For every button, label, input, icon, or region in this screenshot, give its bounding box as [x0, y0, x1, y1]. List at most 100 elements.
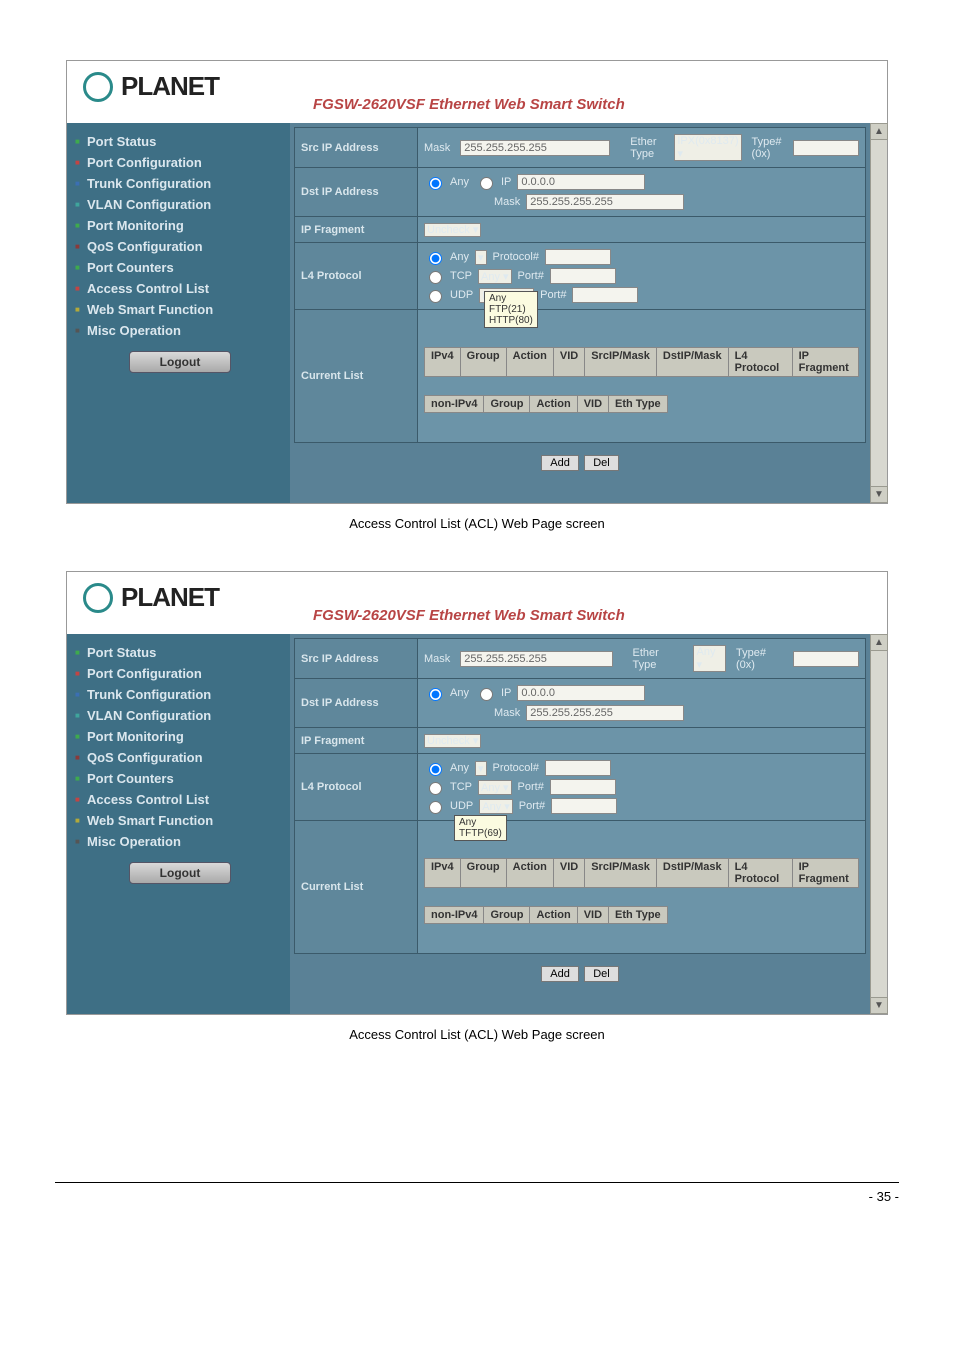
del-button[interactable]: Del: [584, 455, 619, 471]
sidebar-item-port-status[interactable]: Port Status: [75, 642, 285, 663]
dst-any-radio[interactable]: [429, 177, 442, 190]
l4-protocol-select[interactable]: ▾: [475, 761, 487, 776]
sidebar-item-misc[interactable]: Misc Operation: [75, 320, 285, 341]
sidebar-item-acl[interactable]: Access Control List: [75, 789, 285, 810]
l4-tcp-port-input[interactable]: [550, 779, 616, 795]
sidebar-item-vlan-config[interactable]: VLAN Configuration: [75, 705, 285, 726]
scroll-up-icon[interactable]: ▲: [870, 123, 888, 140]
sidebar-item-port-config[interactable]: Port Configuration: [75, 152, 285, 173]
dst-mask-label: Mask: [494, 707, 520, 719]
l4-protocol-input[interactable]: [545, 760, 611, 776]
ether-type-select[interactable]: Any ▾: [693, 645, 725, 672]
row-label-dst-ip: Dst IP Address: [295, 679, 418, 728]
l4-any-radio[interactable]: [429, 252, 442, 265]
sidebar-item-port-monitor[interactable]: Port Monitoring: [75, 726, 285, 747]
l4-udp-label: UDP: [450, 289, 473, 301]
l4-udp-port-input[interactable]: [572, 287, 638, 303]
l4-protocol-input[interactable]: [545, 249, 611, 265]
dst-any-label: Any: [450, 176, 469, 188]
l4-udp-radio[interactable]: [429, 801, 442, 814]
sidebar-item-vlan-config[interactable]: VLAN Configuration: [75, 194, 285, 215]
l4-udp-port-input[interactable]: [551, 798, 617, 814]
dst-ip-radio[interactable]: [480, 688, 493, 701]
dst-mask-label: Mask: [494, 196, 520, 208]
l4-tcp-port-label: Port#: [518, 781, 544, 793]
type-hash-input[interactable]: [793, 651, 859, 667]
l4-tcp-select[interactable]: Any ▾: [478, 780, 512, 795]
l4-udp-label: UDP: [450, 800, 473, 812]
ip-fragment-select[interactable]: Uncheck ▾: [424, 734, 481, 748]
dst-mask-input[interactable]: [526, 194, 684, 210]
type-hash-label: Type#(0x): [736, 647, 783, 671]
l4-tcp-port-label: Port#: [518, 270, 544, 282]
sidebar-item-port-config[interactable]: Port Configuration: [75, 663, 285, 684]
page-number: - 35 -: [55, 1182, 899, 1204]
sidebar-2: Port Status Port Configuration Trunk Con…: [67, 634, 290, 1014]
l4-tcp-label: TCP: [450, 270, 472, 282]
scrollbar[interactable]: ▲ ▼: [870, 123, 887, 503]
logout-button[interactable]: Logout: [129, 862, 231, 884]
sidebar-item-trunk-config[interactable]: Trunk Configuration: [75, 684, 285, 705]
group-select-tooltip: Any TFTP(69): [454, 815, 507, 841]
row-label-l4: L4 Protocol: [295, 243, 418, 310]
l4-tcp-port-input[interactable]: [550, 268, 616, 284]
ether-type-label: Ether Type: [633, 647, 684, 671]
l4-udp-port-label: Port#: [519, 800, 545, 812]
l4-udp-select[interactable]: Any ▾: [479, 799, 513, 814]
sidebar-item-port-monitor[interactable]: Port Monitoring: [75, 215, 285, 236]
scroll-down-icon[interactable]: ▼: [870, 486, 888, 503]
ipv4-headers: IPv4 Group Action VID SrcIP/Mask DstIP/M…: [424, 858, 859, 888]
l4-tcp-radio[interactable]: [429, 271, 442, 284]
l4-protocol-select[interactable]: ▾: [475, 250, 487, 265]
l4-any-radio[interactable]: [429, 763, 442, 776]
screenshot-2: PLANET FGSW-2620VSF Ethernet Web Smart S…: [66, 571, 888, 1015]
dst-any-radio[interactable]: [429, 688, 442, 701]
mask-label: Mask: [424, 653, 450, 665]
add-button[interactable]: Add: [541, 966, 579, 982]
l4-udp-radio[interactable]: [429, 290, 442, 303]
src-mask-input[interactable]: [460, 140, 610, 156]
nonipv4-headers: non-IPv4 Group Action VID Eth Type: [424, 906, 859, 924]
l4-udp-port-label: Port#: [540, 289, 566, 301]
dst-any-label: Any: [450, 687, 469, 699]
l4-protocol-field: Protocol#: [493, 251, 539, 263]
brand-logo-icon: [83, 583, 113, 613]
del-button[interactable]: Del: [584, 966, 619, 982]
sidebar-item-qos-config[interactable]: QoS Configuration: [75, 236, 285, 257]
scrollbar[interactable]: ▲ ▼: [870, 634, 887, 1014]
l4-tcp-label: TCP: [450, 781, 472, 793]
dst-ip-input[interactable]: [517, 685, 645, 701]
sidebar-item-qos-config[interactable]: QoS Configuration: [75, 747, 285, 768]
brand-name: PLANET: [121, 582, 219, 613]
mask-label: Mask: [424, 142, 450, 154]
src-mask-input[interactable]: [460, 651, 612, 667]
udp-select-tooltip: Any FTP(21) HTTP(80): [484, 291, 538, 328]
row-label-l4: L4 Protocol: [295, 754, 418, 821]
l4-tcp-radio[interactable]: [429, 782, 442, 795]
scroll-up-icon[interactable]: ▲: [870, 634, 888, 651]
caption-1: Access Control List (ACL) Web Page scree…: [55, 516, 899, 531]
add-button[interactable]: Add: [541, 455, 579, 471]
l4-tcp-select[interactable]: Any ▾: [478, 269, 512, 284]
ip-fragment-select[interactable]: Uncheck ▾: [424, 223, 481, 237]
sidebar-item-trunk-config[interactable]: Trunk Configuration: [75, 173, 285, 194]
sidebar-item-misc[interactable]: Misc Operation: [75, 831, 285, 852]
type-hash-input[interactable]: [793, 140, 859, 156]
sidebar-item-web-smart[interactable]: Web Smart Function: [75, 810, 285, 831]
dst-mask-input[interactable]: [526, 705, 684, 721]
sidebar-item-web-smart[interactable]: Web Smart Function: [75, 299, 285, 320]
l4-any-label: Any: [450, 762, 469, 774]
dst-ip-radio[interactable]: [480, 177, 493, 190]
brand-name: PLANET: [121, 71, 219, 102]
dst-ip-input[interactable]: [517, 174, 645, 190]
nonipv4-headers: non-IPv4 Group Action VID Eth Type: [424, 395, 859, 413]
sidebar-item-acl[interactable]: Access Control List: [75, 278, 285, 299]
ether-type-select[interactable]: IPX(0x8137) ▾: [674, 134, 741, 161]
scroll-down-icon[interactable]: ▼: [870, 997, 888, 1014]
brand-logo-icon: [83, 72, 113, 102]
logout-button[interactable]: Logout: [129, 351, 231, 373]
sidebar-item-port-counters[interactable]: Port Counters: [75, 257, 285, 278]
main-pane: Src IP Address Mask Ether Type IPX(0x813…: [290, 123, 870, 503]
sidebar-item-port-counters[interactable]: Port Counters: [75, 768, 285, 789]
sidebar-item-port-status[interactable]: Port Status: [75, 131, 285, 152]
